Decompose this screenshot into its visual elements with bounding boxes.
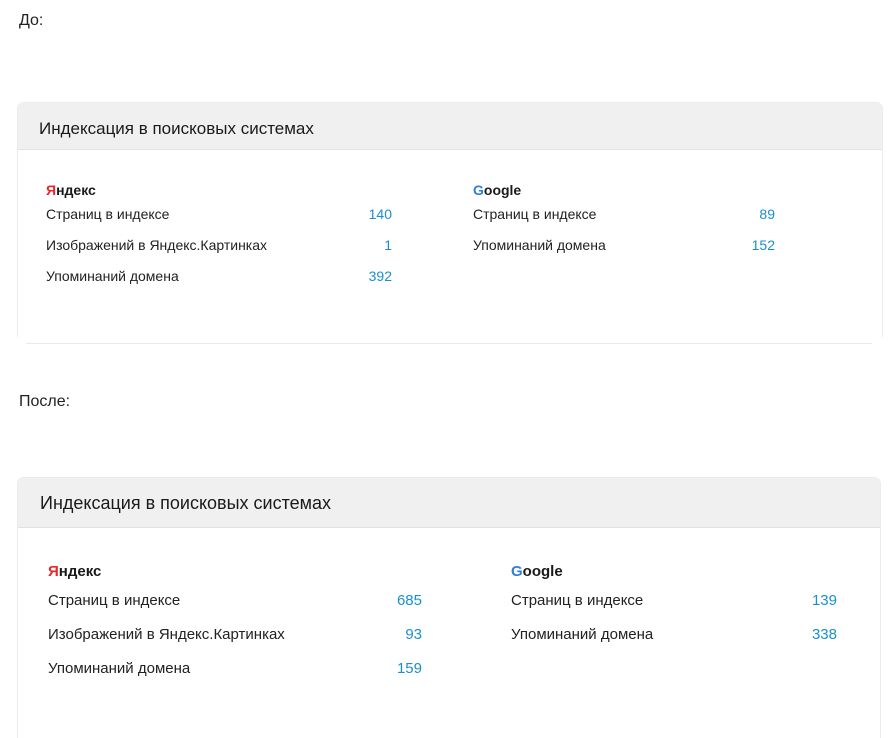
stat-value-link[interactable]: 338 (812, 626, 837, 643)
yandex-section: Яндекс Страниц в индексе 140 Изображений… (46, 179, 392, 299)
stat-row: Упоминаний домена 159 (48, 660, 422, 694)
stat-label: Упоминаний домена (48, 660, 191, 677)
stat-label: Изображений в Яндекс.Картинках (46, 237, 268, 253)
stat-row: Изображений в Яндекс.Картинках 1 (46, 237, 392, 268)
stat-value-link[interactable]: 1 (384, 237, 392, 253)
stat-row: Страниц в индексе 140 (46, 206, 392, 237)
stat-value-link[interactable]: 159 (397, 660, 422, 677)
stat-label: Страниц в индексе (511, 592, 644, 609)
stat-label: Упоминаний домена (473, 237, 606, 253)
stat-row: Упоминаний домена 152 (473, 237, 775, 268)
stat-value-link[interactable]: 685 (397, 592, 422, 609)
stat-row: Изображений в Яндекс.Картинках 93 (48, 626, 422, 660)
stat-row: Страниц в индексе 685 (48, 592, 422, 626)
stat-label: Страниц в индексе (473, 206, 597, 222)
google-initial: G (511, 563, 523, 580)
yandex-heading: Яндекс (48, 560, 422, 584)
yandex-name-rest: ндекс (58, 563, 102, 580)
google-name-rest: oogle (483, 182, 522, 198)
indexing-card-before: Индексация в поисковых системах Яндекс С… (17, 102, 883, 337)
stat-label: Упоминаний домена (46, 268, 179, 284)
yandex-section: Яндекс Страниц в индексе 685 Изображений… (48, 560, 422, 694)
yandex-initial: Я (46, 182, 57, 198)
stat-value-link[interactable]: 89 (759, 206, 775, 222)
google-section: Google Страниц в индексе 89 Упоминаний д… (473, 179, 775, 268)
stat-value-link[interactable]: 140 (369, 206, 392, 222)
stat-label: Страниц в индексе (48, 592, 181, 609)
yandex-heading: Яндекс (46, 179, 392, 201)
stat-value-link[interactable]: 93 (405, 626, 422, 643)
stat-label: Изображений в Яндекс.Картинках (48, 626, 285, 643)
stat-row: Упоминаний домена 392 (46, 268, 392, 299)
card-title: Индексация в поисковых системах (18, 103, 882, 150)
before-label: До: (19, 12, 44, 29)
yandex-name-rest: ндекс (56, 182, 96, 198)
stat-value-link[interactable]: 152 (752, 237, 775, 253)
google-heading: Google (473, 179, 775, 201)
card-title: Индексация в поисковых системах (18, 478, 880, 528)
google-section: Google Страниц в индексе 139 Упоминаний … (511, 560, 837, 660)
stat-value-link[interactable]: 139 (812, 592, 837, 609)
google-initial: G (473, 182, 484, 198)
google-heading: Google (511, 560, 837, 584)
stat-label: Упоминаний домена (511, 626, 654, 643)
stat-row: Страниц в индексе 139 (511, 592, 837, 626)
indexing-card-after: Индексация в поисковых системах Яндекс С… (17, 477, 881, 738)
yandex-initial: Я (48, 563, 59, 580)
stat-value-link[interactable]: 392 (369, 268, 392, 284)
stat-row: Упоминаний домена 338 (511, 626, 837, 660)
after-label: После: (19, 393, 71, 410)
card-divider (26, 343, 872, 344)
stat-label: Страниц в индексе (46, 206, 170, 222)
stat-row: Страниц в индексе 89 (473, 206, 775, 237)
google-name-rest: oogle (522, 563, 563, 580)
